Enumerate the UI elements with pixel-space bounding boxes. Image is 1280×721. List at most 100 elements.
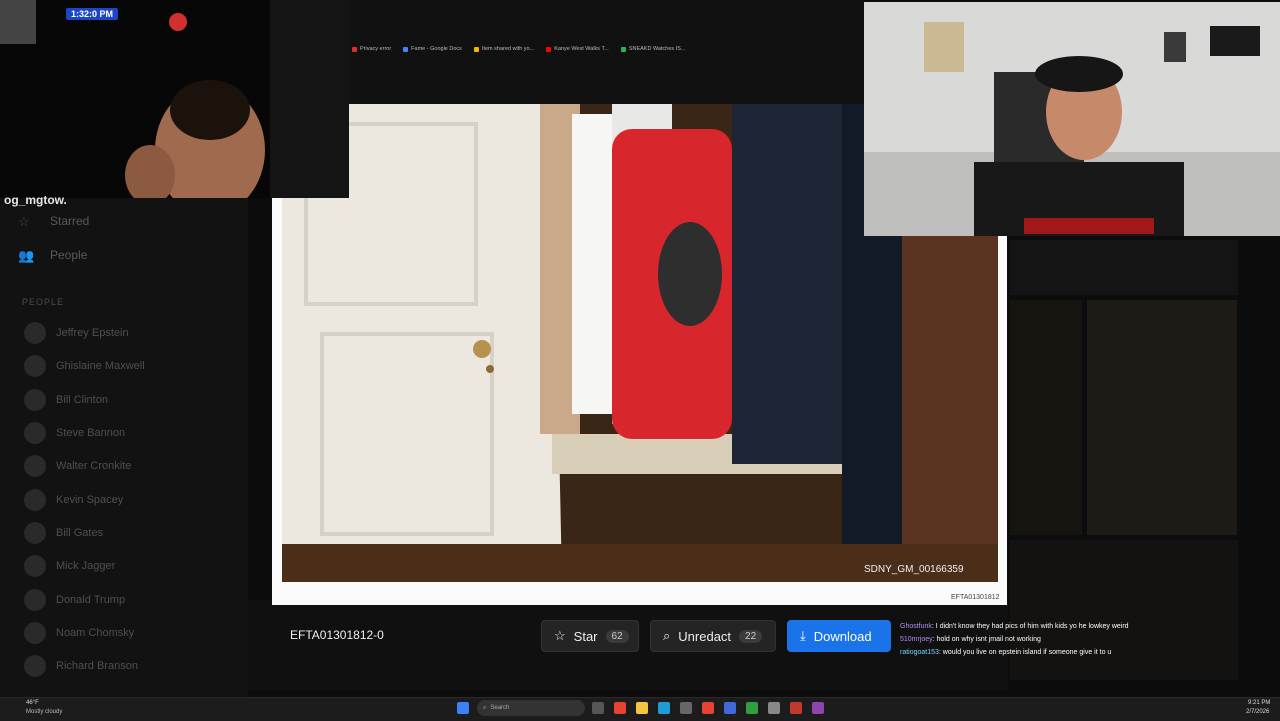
sidebar-item-people[interactable]: 👥 People xyxy=(18,244,87,266)
person-item[interactable]: Walter Cronkite xyxy=(24,455,131,477)
chat-text: : would you live on epstein island if so… xyxy=(938,649,1112,656)
search-placeholder: Search xyxy=(490,705,510,711)
star-icon: ☆ xyxy=(554,628,566,643)
person-item[interactable]: Richard Branson xyxy=(24,655,138,677)
unredact-button[interactable]: ⌕ Unredact 22 xyxy=(650,620,776,652)
person-item[interactable]: Bill Clinton xyxy=(24,389,108,411)
spotify-icon xyxy=(620,46,626,52)
document-code: EFTA01301812 xyxy=(951,594,1000,601)
person-item[interactable]: Noam Chomsky xyxy=(24,622,134,644)
start-icon[interactable] xyxy=(457,702,469,714)
chat-username: Ghostfunk xyxy=(900,623,932,630)
webcam-right xyxy=(864,2,1280,236)
app-icon[interactable] xyxy=(768,702,780,714)
app-icon[interactable] xyxy=(724,702,736,714)
chat-message: Ghostfunk: I didn't know they had pics o… xyxy=(900,620,1280,633)
chrome-icon[interactable] xyxy=(702,702,714,714)
bookmark-label: Fame - Google Docs xyxy=(411,46,462,52)
star-count: 62 xyxy=(605,629,629,643)
person-name: Bill Gates xyxy=(56,527,104,539)
person-item[interactable]: Ghislaine Maxwell xyxy=(24,355,145,377)
person-name: Jeffrey Epstein xyxy=(56,327,129,339)
chrome-icon[interactable] xyxy=(614,702,626,714)
webcam-right-feed xyxy=(864,2,1280,236)
weather-temperature: 46°F xyxy=(26,700,39,706)
clock-time: 9:21 PM xyxy=(1248,700,1271,706)
person-name: Richard Branson xyxy=(56,660,138,672)
bookmark-item[interactable]: Privacy error xyxy=(352,46,391,52)
chat-text: : hold on why isnt jmail not working xyxy=(932,636,1041,643)
bookmark-item[interactable]: Kanye West Walks T... xyxy=(546,46,609,52)
taskbar-search[interactable]: ⌕ Search xyxy=(477,700,585,716)
person-item[interactable]: Bill Gates xyxy=(24,522,103,544)
person-name: Donald Trump xyxy=(56,594,126,606)
person-name: Ghislaine Maxwell xyxy=(56,360,145,372)
avatar xyxy=(24,422,46,444)
star-icon: ☆ xyxy=(18,214,30,229)
photo-caption: SDNY_GM_00166359 xyxy=(864,564,964,575)
bookmark-label: Kanye West Walks T... xyxy=(554,46,609,52)
bookmark-item[interactable]: Fame - Google Docs xyxy=(403,46,462,52)
avatar xyxy=(24,455,46,477)
bookmark-label: SNEAKD Watches IS... xyxy=(628,46,686,52)
folder-icon[interactable] xyxy=(636,702,648,714)
person-name: Mick Jagger xyxy=(56,560,116,572)
sidebar-item-label: People xyxy=(50,248,88,262)
avatar xyxy=(24,555,46,577)
person-item[interactable]: Kevin Spacey xyxy=(24,489,123,511)
background-photo xyxy=(1087,300,1237,535)
docs-icon xyxy=(403,46,409,52)
unredact-label: Unredact xyxy=(678,628,732,644)
task-view-icon[interactable] xyxy=(592,702,604,714)
app-icon[interactable] xyxy=(812,702,824,714)
search-icon: ⌕ xyxy=(483,704,487,711)
avatar xyxy=(24,522,46,544)
bookmarks-bar: Privacy error Fame - Google Docs Item sh… xyxy=(352,42,862,56)
person-name: Kevin Spacey xyxy=(56,494,124,506)
edge-icon[interactable] xyxy=(658,702,670,714)
stream-timer: 1:32:0 PM xyxy=(66,8,119,20)
avatar xyxy=(24,589,46,611)
webcam-left xyxy=(0,0,349,198)
avatar xyxy=(24,655,46,677)
star-label: Star xyxy=(573,628,598,644)
people-icon: 👥 xyxy=(18,248,35,263)
unredact-count: 22 xyxy=(739,629,763,643)
person-name: Walter Cronkite xyxy=(56,460,132,472)
store-icon[interactable] xyxy=(680,702,692,714)
drive-icon xyxy=(473,46,479,52)
person-item[interactable]: Mick Jagger xyxy=(24,555,115,577)
avatar xyxy=(24,622,46,644)
clock-date: 2/7/2026 xyxy=(1246,709,1270,715)
star-button[interactable]: ☆ Star 62 xyxy=(541,620,639,652)
chat-message: ratiogoat153: would you live on epstein … xyxy=(900,646,1280,659)
avatar xyxy=(24,389,46,411)
person-item[interactable]: Steve Bannon xyxy=(24,422,125,444)
xbox-icon[interactable] xyxy=(746,702,758,714)
bookmark-label: Privacy error xyxy=(360,46,392,52)
chat-message: 510mrjoey: hold on why isnt jmail not wo… xyxy=(900,633,1280,646)
download-button[interactable]: ⤓ Download xyxy=(787,620,891,652)
bookmark-item[interactable]: SNEAKD Watches IS... xyxy=(620,46,686,52)
bookmark-item[interactable]: Item shared with yo... xyxy=(473,46,535,52)
people-heading: PEOPLE xyxy=(22,297,65,307)
stream-chat: Ghostfunk: I didn't know they had pics o… xyxy=(900,620,1280,659)
chat-username: 510mrjoey xyxy=(900,636,933,643)
file-id: EFTA01301812-0 xyxy=(290,628,384,642)
streamer-name: og_mgtow. xyxy=(4,193,67,207)
download-label: Download xyxy=(813,628,872,644)
background-photo xyxy=(1010,540,1238,680)
person-name: Bill Clinton xyxy=(56,394,108,406)
app-icon[interactable] xyxy=(790,702,802,714)
person-item[interactable]: Donald Trump xyxy=(24,589,125,611)
bookmark-label: Item shared with yo... xyxy=(481,46,535,52)
background-photo xyxy=(1010,300,1082,535)
chat-text: : I didn't know they had pics of him wit… xyxy=(931,623,1129,630)
download-icon: ⤓ xyxy=(800,628,806,643)
person-item[interactable]: Jeffrey Epstein xyxy=(24,322,129,344)
person-name: Noam Chomsky xyxy=(56,627,135,639)
person-name: Steve Bannon xyxy=(56,427,126,439)
sidebar-item-starred[interactable]: ☆ Starred xyxy=(18,210,89,232)
sidebar-item-label: Starred xyxy=(50,214,90,228)
youtube-icon xyxy=(546,46,552,52)
